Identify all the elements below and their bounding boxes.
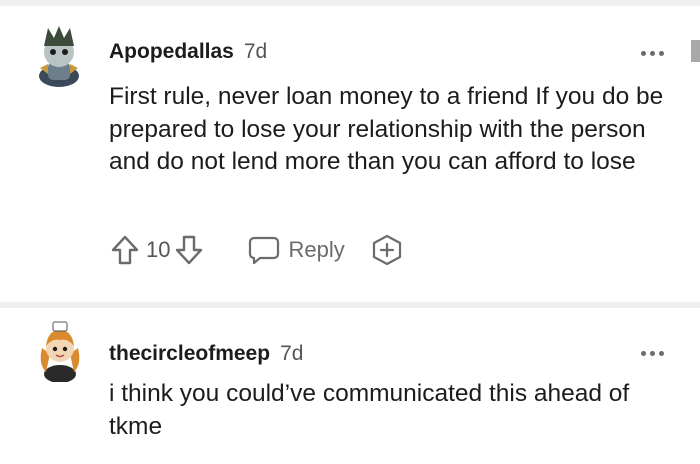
comment-body: i think you could’ve communicated this a… <box>109 380 630 440</box>
username-text[interactable]: thecircleofmeep <box>109 342 270 365</box>
comment-timestamp: 7d <box>280 342 304 365</box>
comment-body: First rule, never loan money to a friend… <box>109 83 664 175</box>
upvote-arrow-icon[interactable] <box>110 235 140 265</box>
award-button[interactable] <box>371 234 403 266</box>
more-dot <box>649 50 655 56</box>
more-options-button[interactable] <box>638 46 666 60</box>
more-dot <box>640 350 646 356</box>
username-text[interactable]: Apopedallas <box>109 40 234 63</box>
user-avatar-icon[interactable] <box>34 318 86 382</box>
award-plus-icon <box>372 234 401 266</box>
user-avatar-icon[interactable] <box>34 24 84 88</box>
vote-count: 10 <box>146 237 171 262</box>
comment-actions: 10 Reply <box>110 232 403 268</box>
more-dot <box>640 50 646 56</box>
scrollbar-thumb[interactable] <box>691 40 700 62</box>
reply-label: Reply <box>288 237 345 262</box>
more-dot <box>658 50 664 56</box>
reply-button[interactable]: Reply <box>248 235 345 265</box>
downvote-arrow-icon[interactable] <box>174 235 204 265</box>
more-options-button[interactable] <box>638 346 666 360</box>
speech-bubble-icon <box>249 236 280 265</box>
comment-username[interactable]: Apopedallas 7d <box>109 40 267 64</box>
comment-timestamp: 7d <box>243 40 268 63</box>
more-dot <box>658 350 664 356</box>
comment-divider <box>0 302 700 308</box>
top-divider <box>0 0 700 6</box>
comment-username[interactable]: thecircleofmeep 7d <box>109 342 303 366</box>
more-dot <box>649 350 655 356</box>
